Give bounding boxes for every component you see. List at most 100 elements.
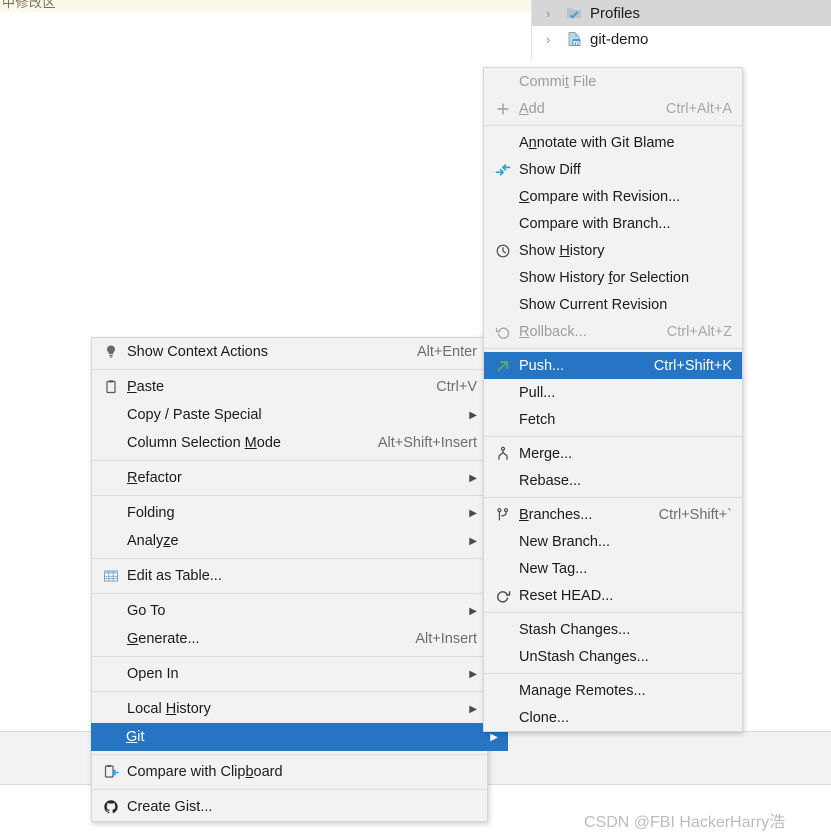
branch-icon (492, 506, 514, 524)
menu-separator (92, 369, 487, 370)
menu-item-label: New Branch... (519, 533, 611, 550)
menu-separator (92, 656, 487, 657)
git-submenu-item-stash-changes[interactable]: Stash Changes... (484, 616, 742, 643)
context-menu-item-show-context-actions[interactable]: Show Context Actions Alt+Enter (92, 338, 487, 366)
chevron-right-icon[interactable]: › (546, 32, 564, 47)
no-icon (492, 296, 514, 314)
merge-icon (492, 445, 514, 463)
git-submenu-item-new-branch[interactable]: New Branch... (484, 528, 742, 555)
context-menu-item-folding[interactable]: Folding ▶ (92, 499, 487, 527)
no-icon (100, 469, 122, 487)
context-menu-item-compare-with-clipboard[interactable]: Compare with Clipboard (92, 758, 487, 786)
chevron-right-icon[interactable]: › (546, 6, 564, 21)
tree-row-git-demo[interactable]: › m git-demo (532, 26, 831, 52)
editor-top-band (0, 0, 531, 12)
git-submenu-item-compare-with-branch[interactable]: Compare with Branch... (484, 210, 742, 237)
menu-item-label: Show Diff (519, 161, 581, 178)
git-submenu-item-pull[interactable]: Pull... (484, 379, 742, 406)
menu-item-label: Push... (519, 357, 565, 374)
context-menu-item-refactor[interactable]: Refactor ▶ (92, 464, 487, 492)
svg-text:m: m (572, 39, 579, 47)
menu-item-label: Compare with Revision... (519, 188, 681, 205)
git-submenu-item-show-diff[interactable]: Show Diff (484, 156, 742, 183)
maven-module-icon: m (564, 31, 584, 47)
no-icon (492, 621, 514, 639)
context-menu-item-generate[interactable]: Generate... Alt+Insert (92, 625, 487, 653)
git-submenu-item-add: Add Ctrl+Alt+A (484, 95, 742, 122)
menu-item-shortcut: Ctrl+V (436, 379, 477, 395)
no-icon (100, 700, 122, 718)
git-submenu-item-fetch[interactable]: Fetch (484, 406, 742, 433)
git-submenu-item-branches[interactable]: Branches... Ctrl+Shift+` (484, 501, 742, 528)
menu-item-label: Git (126, 729, 145, 745)
context-menu-item-copy-paste-special[interactable]: Copy / Paste Special ▶ (92, 401, 487, 429)
editor-cjk-text-fragment: 中修改区 (2, 0, 57, 11)
git-submenu-item-clone[interactable]: Clone... (484, 704, 742, 731)
context-menu-item-local-history[interactable]: Local History ▶ (92, 695, 487, 723)
menu-separator (92, 754, 487, 755)
github-icon (100, 798, 122, 816)
menu-item-shortcut: Ctrl+Alt+A (665, 100, 732, 117)
context-menu-item-edit-as-table[interactable]: Edit as Table... (92, 562, 487, 590)
submenu-arrow-icon: ▶ (469, 668, 477, 680)
git-submenu-item-push[interactable]: Push... Ctrl+Shift+K (484, 352, 742, 379)
context-menu-item-paste[interactable]: Paste Ctrl+V (92, 373, 487, 401)
menu-separator (92, 691, 487, 692)
no-icon (492, 215, 514, 233)
context-menu-item-column-selection-mode[interactable]: Column Selection Mode Alt+Shift+Insert (92, 429, 487, 457)
git-submenu-item-show-current-revision[interactable]: Show Current Revision (484, 291, 742, 318)
diff-arrows-icon (492, 161, 514, 179)
menu-item-shortcut: Alt+Enter (416, 344, 477, 360)
git-submenu-item-annotate-with-git-blame[interactable]: Annotate with Git Blame (484, 129, 742, 156)
menu-item-label: Generate... (127, 631, 200, 647)
menu-item-label: Refactor (127, 470, 182, 486)
menu-separator (92, 789, 487, 790)
menu-separator (484, 125, 742, 126)
menu-separator (484, 348, 742, 349)
compare-clipboard-icon (100, 763, 122, 781)
menu-item-label: Open In (127, 666, 179, 682)
menu-item-label: Folding (127, 505, 175, 521)
clipboard-icon (100, 378, 122, 396)
git-submenu-item-show-history[interactable]: Show History (484, 237, 742, 264)
context-menu-item-create-gist[interactable]: Create Gist... (92, 793, 487, 821)
no-icon (492, 709, 514, 727)
git-submenu-item-unstash-changes[interactable]: UnStash Changes... (484, 643, 742, 670)
reset-icon (492, 587, 514, 605)
editor-context-menu: Show Context Actions Alt+Enter Paste Ctrl+V… (91, 337, 508, 822)
menu-item-label: Compare with Branch... (519, 215, 671, 232)
git-submenu-item-new-tag[interactable]: New Tag... (484, 555, 742, 582)
context-menu-item-git[interactable]: Git ▶ (91, 723, 508, 751)
git-submenu-item-show-history-for-selection[interactable]: Show History for Selection (484, 264, 742, 291)
git-submenu-item-reset-head[interactable]: Reset HEAD... (484, 582, 742, 609)
project-tree-panel: › Profiles › m git-demo (531, 0, 831, 60)
menu-item-label: Create Gist... (127, 799, 213, 815)
tree-row-label: Profiles (590, 4, 641, 22)
no-icon (100, 504, 122, 522)
lightbulb-icon (100, 343, 122, 361)
submenu-arrow-icon: ▶ (469, 703, 477, 715)
menu-item-label: Fetch (519, 411, 556, 428)
context-menu-item-analyze[interactable]: Analyze ▶ (92, 527, 487, 555)
git-submenu-item-compare-with-revision[interactable]: Compare with Revision... (484, 183, 742, 210)
no-icon (492, 411, 514, 429)
context-menu-item-go-to[interactable]: Go To ▶ (92, 597, 487, 625)
git-submenu-item-commit-file: Commit File (484, 68, 742, 95)
context-menu-item-open-in[interactable]: Open In ▶ (92, 660, 487, 688)
menu-item-label: Show Context Actions (127, 344, 269, 360)
menu-item-label: Pull... (519, 384, 556, 401)
menu-item-label: UnStash Changes... (519, 648, 649, 665)
submenu-arrow-icon: ▶ (490, 731, 498, 743)
menu-item-shortcut: Alt+Insert (415, 631, 477, 647)
git-submenu-item-manage-remotes[interactable]: Manage Remotes... (484, 677, 742, 704)
git-submenu-item-rebase[interactable]: Rebase... (484, 467, 742, 494)
no-icon (100, 665, 122, 683)
menu-separator (92, 593, 487, 594)
menu-item-shortcut: Ctrl+Shift+K (653, 357, 732, 374)
no-icon (492, 560, 514, 578)
tree-row-profiles[interactable]: › Profiles (532, 0, 831, 26)
no-icon (492, 533, 514, 551)
menu-separator (484, 612, 742, 613)
git-submenu-item-merge[interactable]: Merge... (484, 440, 742, 467)
menu-item-label: Stash Changes... (519, 621, 631, 638)
